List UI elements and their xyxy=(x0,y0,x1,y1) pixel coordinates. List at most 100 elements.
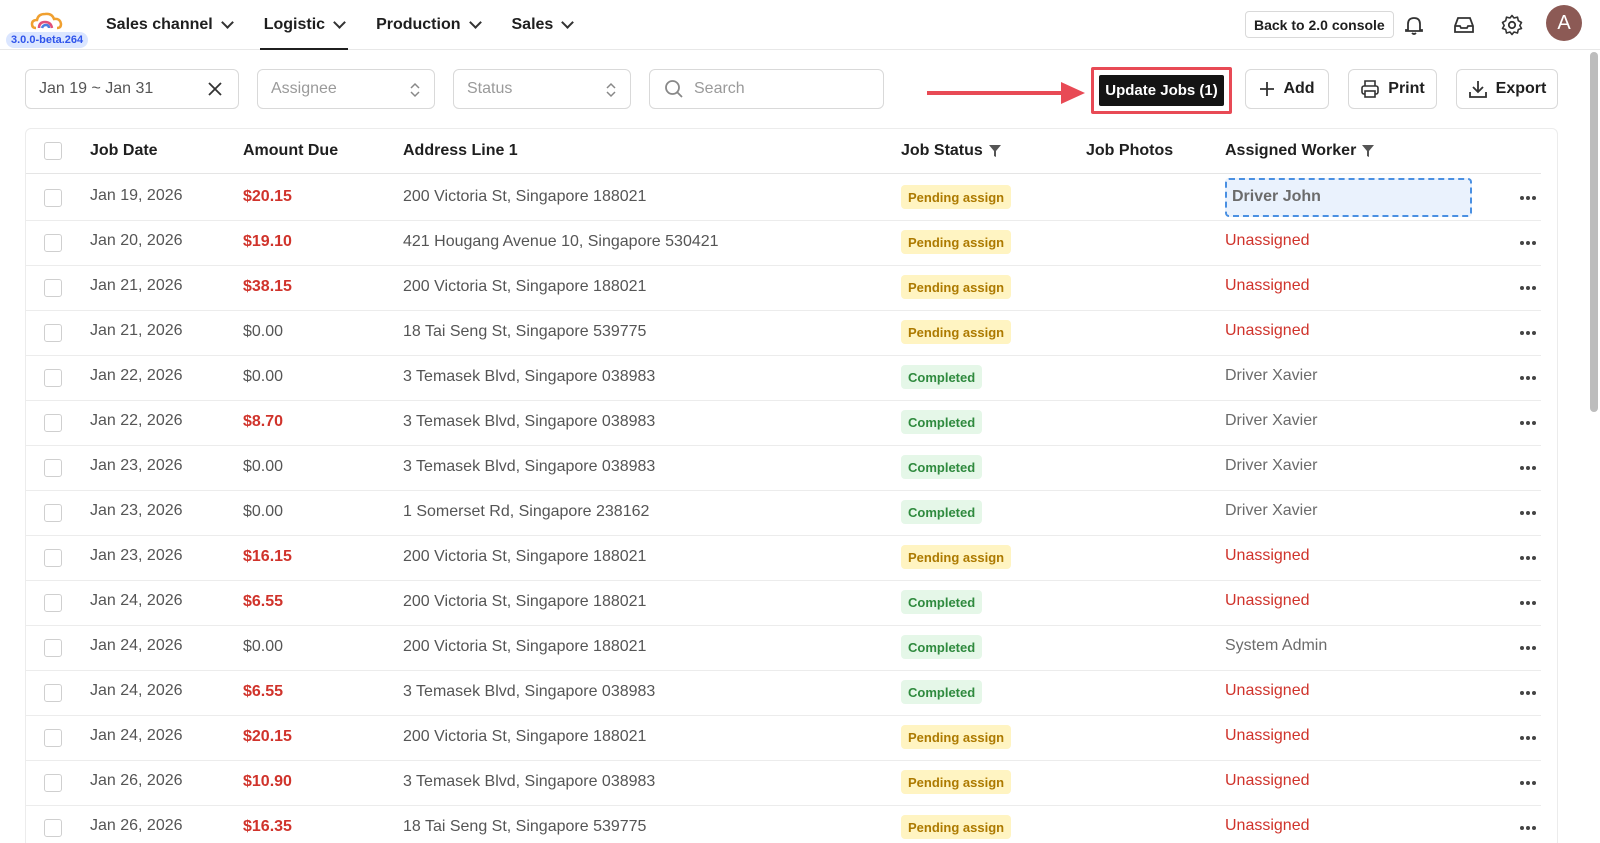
assigned-worker-cell[interactable]: Driver Xavier xyxy=(1225,367,1317,385)
row-checkbox[interactable] xyxy=(44,819,62,837)
scrollbar-thumb[interactable] xyxy=(1590,52,1598,412)
nav-logistic[interactable]: Logistic xyxy=(259,0,349,50)
vertical-scrollbar[interactable] xyxy=(1590,52,1600,412)
table-row[interactable]: Jan 23, 2026 $0.00 1 Somerset Rd, Singapor… xyxy=(26,490,1541,536)
assigned-worker-cell[interactable]: Unassigned xyxy=(1225,277,1310,295)
export-button[interactable]: Export xyxy=(1456,69,1558,109)
row-checkbox[interactable] xyxy=(44,189,62,207)
date-range-picker[interactable]: Jan 19 ~ Jan 31 xyxy=(25,69,239,109)
job-date-cell: Jan 24, 2026 xyxy=(90,727,183,744)
more-options-icon[interactable] xyxy=(1519,510,1537,516)
more-options-icon[interactable] xyxy=(1519,375,1537,381)
assigned-worker-cell[interactable]: Unassigned xyxy=(1225,772,1310,790)
app-logo[interactable]: 3.0.0-beta.264 xyxy=(6,8,90,48)
more-options-icon[interactable] xyxy=(1519,195,1537,201)
table-row[interactable]: Jan 24, 2026 $6.55 3 Temasek Blvd, Singapo… xyxy=(26,670,1541,716)
assigned-worker-cell[interactable]: Unassigned xyxy=(1225,322,1310,340)
add-button[interactable]: Add xyxy=(1245,69,1329,109)
table-row[interactable]: Jan 24, 2026 $20.15 200 Victoria St, Singa… xyxy=(26,715,1541,761)
table-row[interactable]: Jan 22, 2026 $0.00 3 Temasek Blvd, Singapo… xyxy=(26,355,1541,401)
more-options-icon[interactable] xyxy=(1519,465,1537,471)
header-job-date[interactable]: Job Date xyxy=(90,142,158,160)
row-checkbox[interactable] xyxy=(44,594,62,612)
table-row[interactable]: Jan 23, 2026 $0.00 3 Temasek Blvd, Singapo… xyxy=(26,445,1541,491)
table-row[interactable]: Jan 21, 2026 $0.00 18 Tai Seng St, Singapo… xyxy=(26,310,1541,356)
row-checkbox[interactable] xyxy=(44,324,62,342)
close-icon[interactable] xyxy=(208,82,222,96)
more-options-icon[interactable] xyxy=(1519,555,1537,561)
header-job-status[interactable]: Job Status xyxy=(901,142,1001,160)
nav-sales[interactable]: Sales xyxy=(512,0,575,50)
assignee-select[interactable]: Assignee xyxy=(257,69,435,109)
assigned-worker-cell[interactable]: Unassigned xyxy=(1225,727,1310,745)
row-checkbox[interactable] xyxy=(44,279,62,297)
header-address[interactable]: Address Line 1 xyxy=(403,142,518,160)
gear-icon[interactable] xyxy=(1500,13,1524,37)
table-row[interactable]: Jan 24, 2026 $0.00 200 Victoria St, Singap… xyxy=(26,625,1541,671)
assigned-worker-cell[interactable]: Driver Xavier xyxy=(1225,502,1317,520)
more-options-icon[interactable] xyxy=(1519,330,1537,336)
assigned-worker-cell[interactable]: Unassigned xyxy=(1225,817,1310,835)
table-row[interactable]: Jan 22, 2026 $8.70 3 Temasek Blvd, Singapo… xyxy=(26,400,1541,446)
table-row[interactable]: Jan 26, 2026 $16.35 18 Tai Seng St, Singap… xyxy=(26,805,1541,843)
assigned-worker-cell[interactable]: Unassigned xyxy=(1225,232,1310,250)
table-row[interactable]: Jan 19, 2026 $20.15 200 Victoria St, Singa… xyxy=(26,175,1541,221)
row-checkbox[interactable] xyxy=(44,549,62,567)
row-checkbox[interactable] xyxy=(44,774,62,792)
table-row[interactable]: Jan 20, 2026 $19.10 421 Hougang Avenue 10,… xyxy=(26,220,1541,266)
amount-due-cell: $0.00 xyxy=(243,458,284,475)
jobs-table: Job Date Amount Due Address Line 1 Job S… xyxy=(25,128,1558,843)
more-options-icon[interactable] xyxy=(1519,690,1537,696)
row-checkbox[interactable] xyxy=(44,504,62,522)
top-navigation-bar: 3.0.0-beta.264 Sales channel Logistic Pr… xyxy=(0,0,1600,50)
assigned-worker-cell[interactable]: Unassigned xyxy=(1225,547,1310,565)
more-options-icon[interactable] xyxy=(1519,600,1537,606)
table-row[interactable]: Jan 23, 2026 $16.15 200 Victoria St, Singa… xyxy=(26,535,1541,581)
row-checkbox[interactable] xyxy=(44,369,62,387)
inbox-icon[interactable] xyxy=(1452,13,1476,37)
table-row[interactable]: Jan 24, 2026 $6.55 200 Victoria St, Singap… xyxy=(26,580,1541,626)
job-status-badge: Completed xyxy=(901,500,983,524)
assigned-worker-cell[interactable]: Unassigned xyxy=(1225,592,1310,610)
amount-due-cell: $0.00 xyxy=(243,638,284,655)
more-options-icon[interactable] xyxy=(1519,825,1537,831)
job-date-cell: Jan 23, 2026 xyxy=(90,502,183,519)
amount-due-cell: $38.15 xyxy=(243,278,292,295)
row-checkbox[interactable] xyxy=(44,639,62,657)
assigned-worker-cell[interactable]: Unassigned xyxy=(1225,682,1310,700)
table-row[interactable]: Jan 21, 2026 $38.15 200 Victoria St, Singa… xyxy=(26,265,1541,311)
header-assigned-worker[interactable]: Assigned Worker xyxy=(1225,142,1375,160)
more-options-icon[interactable] xyxy=(1519,645,1537,651)
assigned-worker-editor[interactable]: Driver John xyxy=(1225,178,1472,217)
row-checkbox[interactable] xyxy=(44,729,62,747)
bell-icon[interactable] xyxy=(1402,13,1426,37)
assigned-worker-cell[interactable]: Driver Xavier xyxy=(1225,412,1317,430)
table-row[interactable]: Jan 26, 2026 $10.90 3 Temasek Blvd, Singap… xyxy=(26,760,1541,806)
amount-due-cell: $0.00 xyxy=(243,368,284,385)
search-input[interactable]: Search xyxy=(649,69,884,109)
assigned-worker-cell[interactable]: Driver Xavier xyxy=(1225,457,1317,475)
more-options-icon[interactable] xyxy=(1519,240,1537,246)
header-amount-due[interactable]: Amount Due xyxy=(243,142,338,160)
nav-label: Production xyxy=(376,16,461,33)
select-all-checkbox[interactable] xyxy=(44,142,62,160)
update-jobs-button[interactable]: Update Jobs (1) xyxy=(1099,75,1224,106)
filter-funnel-icon[interactable] xyxy=(988,144,1001,158)
print-button[interactable]: Print xyxy=(1348,69,1437,109)
assigned-worker-cell[interactable]: System Admin xyxy=(1225,637,1327,655)
row-checkbox[interactable] xyxy=(44,459,62,477)
row-checkbox[interactable] xyxy=(44,414,62,432)
filter-funnel-icon[interactable] xyxy=(1362,144,1375,158)
row-checkbox[interactable] xyxy=(44,234,62,252)
more-options-icon[interactable] xyxy=(1519,420,1537,426)
nav-production[interactable]: Production xyxy=(376,0,482,50)
back-to-console-button[interactable]: Back to 2.0 console xyxy=(1245,11,1394,38)
more-options-icon[interactable] xyxy=(1519,735,1537,741)
more-options-icon[interactable] xyxy=(1519,780,1537,786)
more-options-icon[interactable] xyxy=(1519,285,1537,291)
header-job-photos[interactable]: Job Photos xyxy=(1086,142,1173,160)
status-select[interactable]: Status xyxy=(453,69,631,109)
user-avatar[interactable]: A xyxy=(1546,5,1582,41)
nav-sales-channel[interactable]: Sales channel xyxy=(106,0,234,50)
row-checkbox[interactable] xyxy=(44,684,62,702)
